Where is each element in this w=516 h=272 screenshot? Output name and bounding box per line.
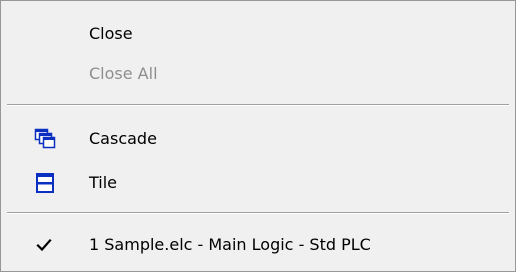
menu-item-close-all: Close All: [3, 56, 513, 92]
menu-item-cascade[interactable]: Cascade: [3, 121, 513, 157]
menu-item-label: Tile: [89, 173, 118, 193]
window-menu: Close Close All Cascade Tile 1 Sample.el…: [0, 0, 516, 272]
menu-item-label: Close All: [89, 64, 158, 84]
tile-windows-icon: [34, 172, 56, 194]
menu-item-window-1[interactable]: 1 Sample.elc - Main Logic - Std PLC: [3, 227, 513, 263]
cascade-windows-icon: [34, 128, 56, 150]
menu-item-label: Close: [89, 24, 133, 44]
menu-item-tile[interactable]: Tile: [3, 165, 513, 201]
checkmark-icon: [36, 237, 52, 253]
menu-item-close[interactable]: Close: [3, 16, 513, 52]
menu-separator: [7, 212, 509, 214]
menu-separator: [7, 104, 509, 106]
menu-item-label: 1 Sample.elc - Main Logic - Std PLC: [89, 235, 371, 255]
menu-item-label: Cascade: [89, 129, 157, 149]
